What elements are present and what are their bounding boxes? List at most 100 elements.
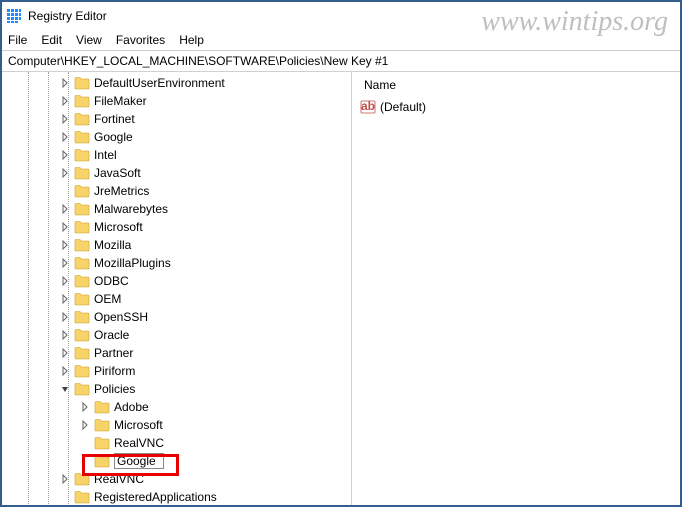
- chevron-right-icon[interactable]: [58, 220, 72, 234]
- tree-item-label[interactable]: Google: [114, 453, 164, 469]
- folder-icon: [74, 166, 90, 180]
- folder-icon: [74, 94, 90, 108]
- address-bar[interactable]: Computer\HKEY_LOCAL_MACHINE\SOFTWARE\Pol…: [2, 50, 680, 72]
- value-row[interactable]: ab (Default): [360, 98, 672, 116]
- values-panel[interactable]: Name ab (Default): [352, 72, 680, 505]
- tree-item[interactable]: JavaSoft: [2, 164, 351, 182]
- chevron-right-icon[interactable]: [58, 256, 72, 270]
- tree-item-label: DefaultUserEnvironment: [94, 76, 225, 90]
- chevron-right-icon[interactable]: [78, 418, 92, 432]
- menu-help[interactable]: Help: [179, 33, 204, 47]
- tree-item[interactable]: Google: [2, 128, 351, 146]
- tree-item-label: Mozilla: [94, 238, 131, 252]
- tree-item-label: JreMetrics: [94, 184, 149, 198]
- tree-item[interactable]: DefaultUserEnvironment: [2, 74, 351, 92]
- menu-bar: File Edit View Favorites Help: [2, 30, 680, 50]
- folder-icon: [74, 130, 90, 144]
- tree-item-label: RegisteredApplications: [94, 490, 217, 504]
- chevron-right-icon[interactable]: [58, 94, 72, 108]
- tree-item-label: Fortinet: [94, 112, 135, 126]
- app-title: Registry Editor: [28, 9, 107, 23]
- tree-item-label: Policies: [94, 382, 135, 396]
- tree-item-label: OEM: [94, 292, 121, 306]
- folder-icon: [74, 148, 90, 162]
- chevron-right-icon[interactable]: [58, 310, 72, 324]
- chevron-right-icon[interactable]: [58, 148, 72, 162]
- folder-icon: [74, 202, 90, 216]
- tree-item[interactable]: FileMaker: [2, 92, 351, 110]
- tree-item[interactable]: Partner: [2, 344, 351, 362]
- tree-item[interactable]: Oracle: [2, 326, 351, 344]
- tree-item[interactable]: MozillaPlugins: [2, 254, 351, 272]
- tree-item[interactable]: OEM: [2, 290, 351, 308]
- tree-item-label: MozillaPlugins: [94, 256, 171, 270]
- tree-item[interactable]: Policies: [2, 380, 351, 398]
- folder-icon: [74, 472, 90, 486]
- tree-item-label: Microsoft: [114, 418, 163, 432]
- folder-icon: [94, 454, 110, 468]
- menu-edit[interactable]: Edit: [41, 33, 62, 47]
- menu-file[interactable]: File: [8, 33, 27, 47]
- folder-icon: [74, 364, 90, 378]
- string-value-icon: ab: [360, 99, 376, 115]
- value-default-name: (Default): [380, 100, 426, 114]
- tree-item-label: Intel: [94, 148, 117, 162]
- folder-icon: [74, 184, 90, 198]
- tree-item-label: FileMaker: [94, 94, 147, 108]
- chevron-right-icon[interactable]: [58, 166, 72, 180]
- chevron-right-icon[interactable]: [58, 292, 72, 306]
- tree-item-label: Google: [94, 130, 133, 144]
- tree-item-label: Adobe: [114, 400, 149, 414]
- folder-icon: [74, 328, 90, 342]
- chevron-right-icon[interactable]: [58, 130, 72, 144]
- tree-item[interactable]: Google: [2, 452, 351, 470]
- chevron-down-icon[interactable]: [58, 382, 72, 396]
- chevron-right-icon[interactable]: [58, 274, 72, 288]
- tree-item[interactable]: JreMetrics: [2, 182, 351, 200]
- tree-panel[interactable]: DefaultUserEnvironment FileMaker Fortinet G…: [2, 72, 352, 505]
- chevron-right-icon[interactable]: [58, 238, 72, 252]
- chevron-right-icon[interactable]: [78, 400, 92, 414]
- tree-item-label: RealVNC: [114, 436, 164, 450]
- tree-item-label: OpenSSH: [94, 310, 148, 324]
- tree-item[interactable]: Fortinet: [2, 110, 351, 128]
- svg-text:ab: ab: [361, 99, 375, 113]
- chevron-right-icon[interactable]: [58, 364, 72, 378]
- address-path: Computer\HKEY_LOCAL_MACHINE\SOFTWARE\Pol…: [8, 54, 388, 68]
- chevron-right-icon[interactable]: [58, 202, 72, 216]
- chevron-right-icon[interactable]: [58, 112, 72, 126]
- menu-view[interactable]: View: [76, 33, 102, 47]
- chevron-right-icon[interactable]: [58, 328, 72, 342]
- tree-item[interactable]: OpenSSH: [2, 308, 351, 326]
- folder-icon: [74, 382, 90, 396]
- folder-icon: [74, 346, 90, 360]
- tree-item[interactable]: Microsoft: [2, 416, 351, 434]
- column-header-name[interactable]: Name: [360, 76, 672, 98]
- tree-item[interactable]: Malwarebytes: [2, 200, 351, 218]
- folder-icon: [74, 292, 90, 306]
- tree-item[interactable]: Mozilla: [2, 236, 351, 254]
- folder-icon: [74, 220, 90, 234]
- folder-icon: [94, 400, 110, 414]
- tree-item[interactable]: RealVNC: [2, 434, 351, 452]
- menu-favorites[interactable]: Favorites: [116, 33, 165, 47]
- folder-icon: [74, 274, 90, 288]
- chevron-right-icon[interactable]: [58, 346, 72, 360]
- chevron-right-icon[interactable]: [58, 76, 72, 90]
- tree-item[interactable]: Piriform: [2, 362, 351, 380]
- folder-icon: [74, 238, 90, 252]
- tree-item-label: ODBC: [94, 274, 129, 288]
- chevron-right-icon[interactable]: [58, 472, 72, 486]
- folder-icon: [74, 490, 90, 504]
- tree-item[interactable]: RegisteredApplications: [2, 488, 351, 505]
- tree-item[interactable]: RealVNC: [2, 470, 351, 488]
- tree-item[interactable]: Microsoft: [2, 218, 351, 236]
- tree-item[interactable]: Adobe: [2, 398, 351, 416]
- tree-item[interactable]: Intel: [2, 146, 351, 164]
- tree-item[interactable]: ODBC: [2, 272, 351, 290]
- folder-icon: [74, 310, 90, 324]
- folder-icon: [94, 418, 110, 432]
- tree-item-label: JavaSoft: [94, 166, 141, 180]
- folder-icon: [74, 76, 90, 90]
- folder-icon: [74, 112, 90, 126]
